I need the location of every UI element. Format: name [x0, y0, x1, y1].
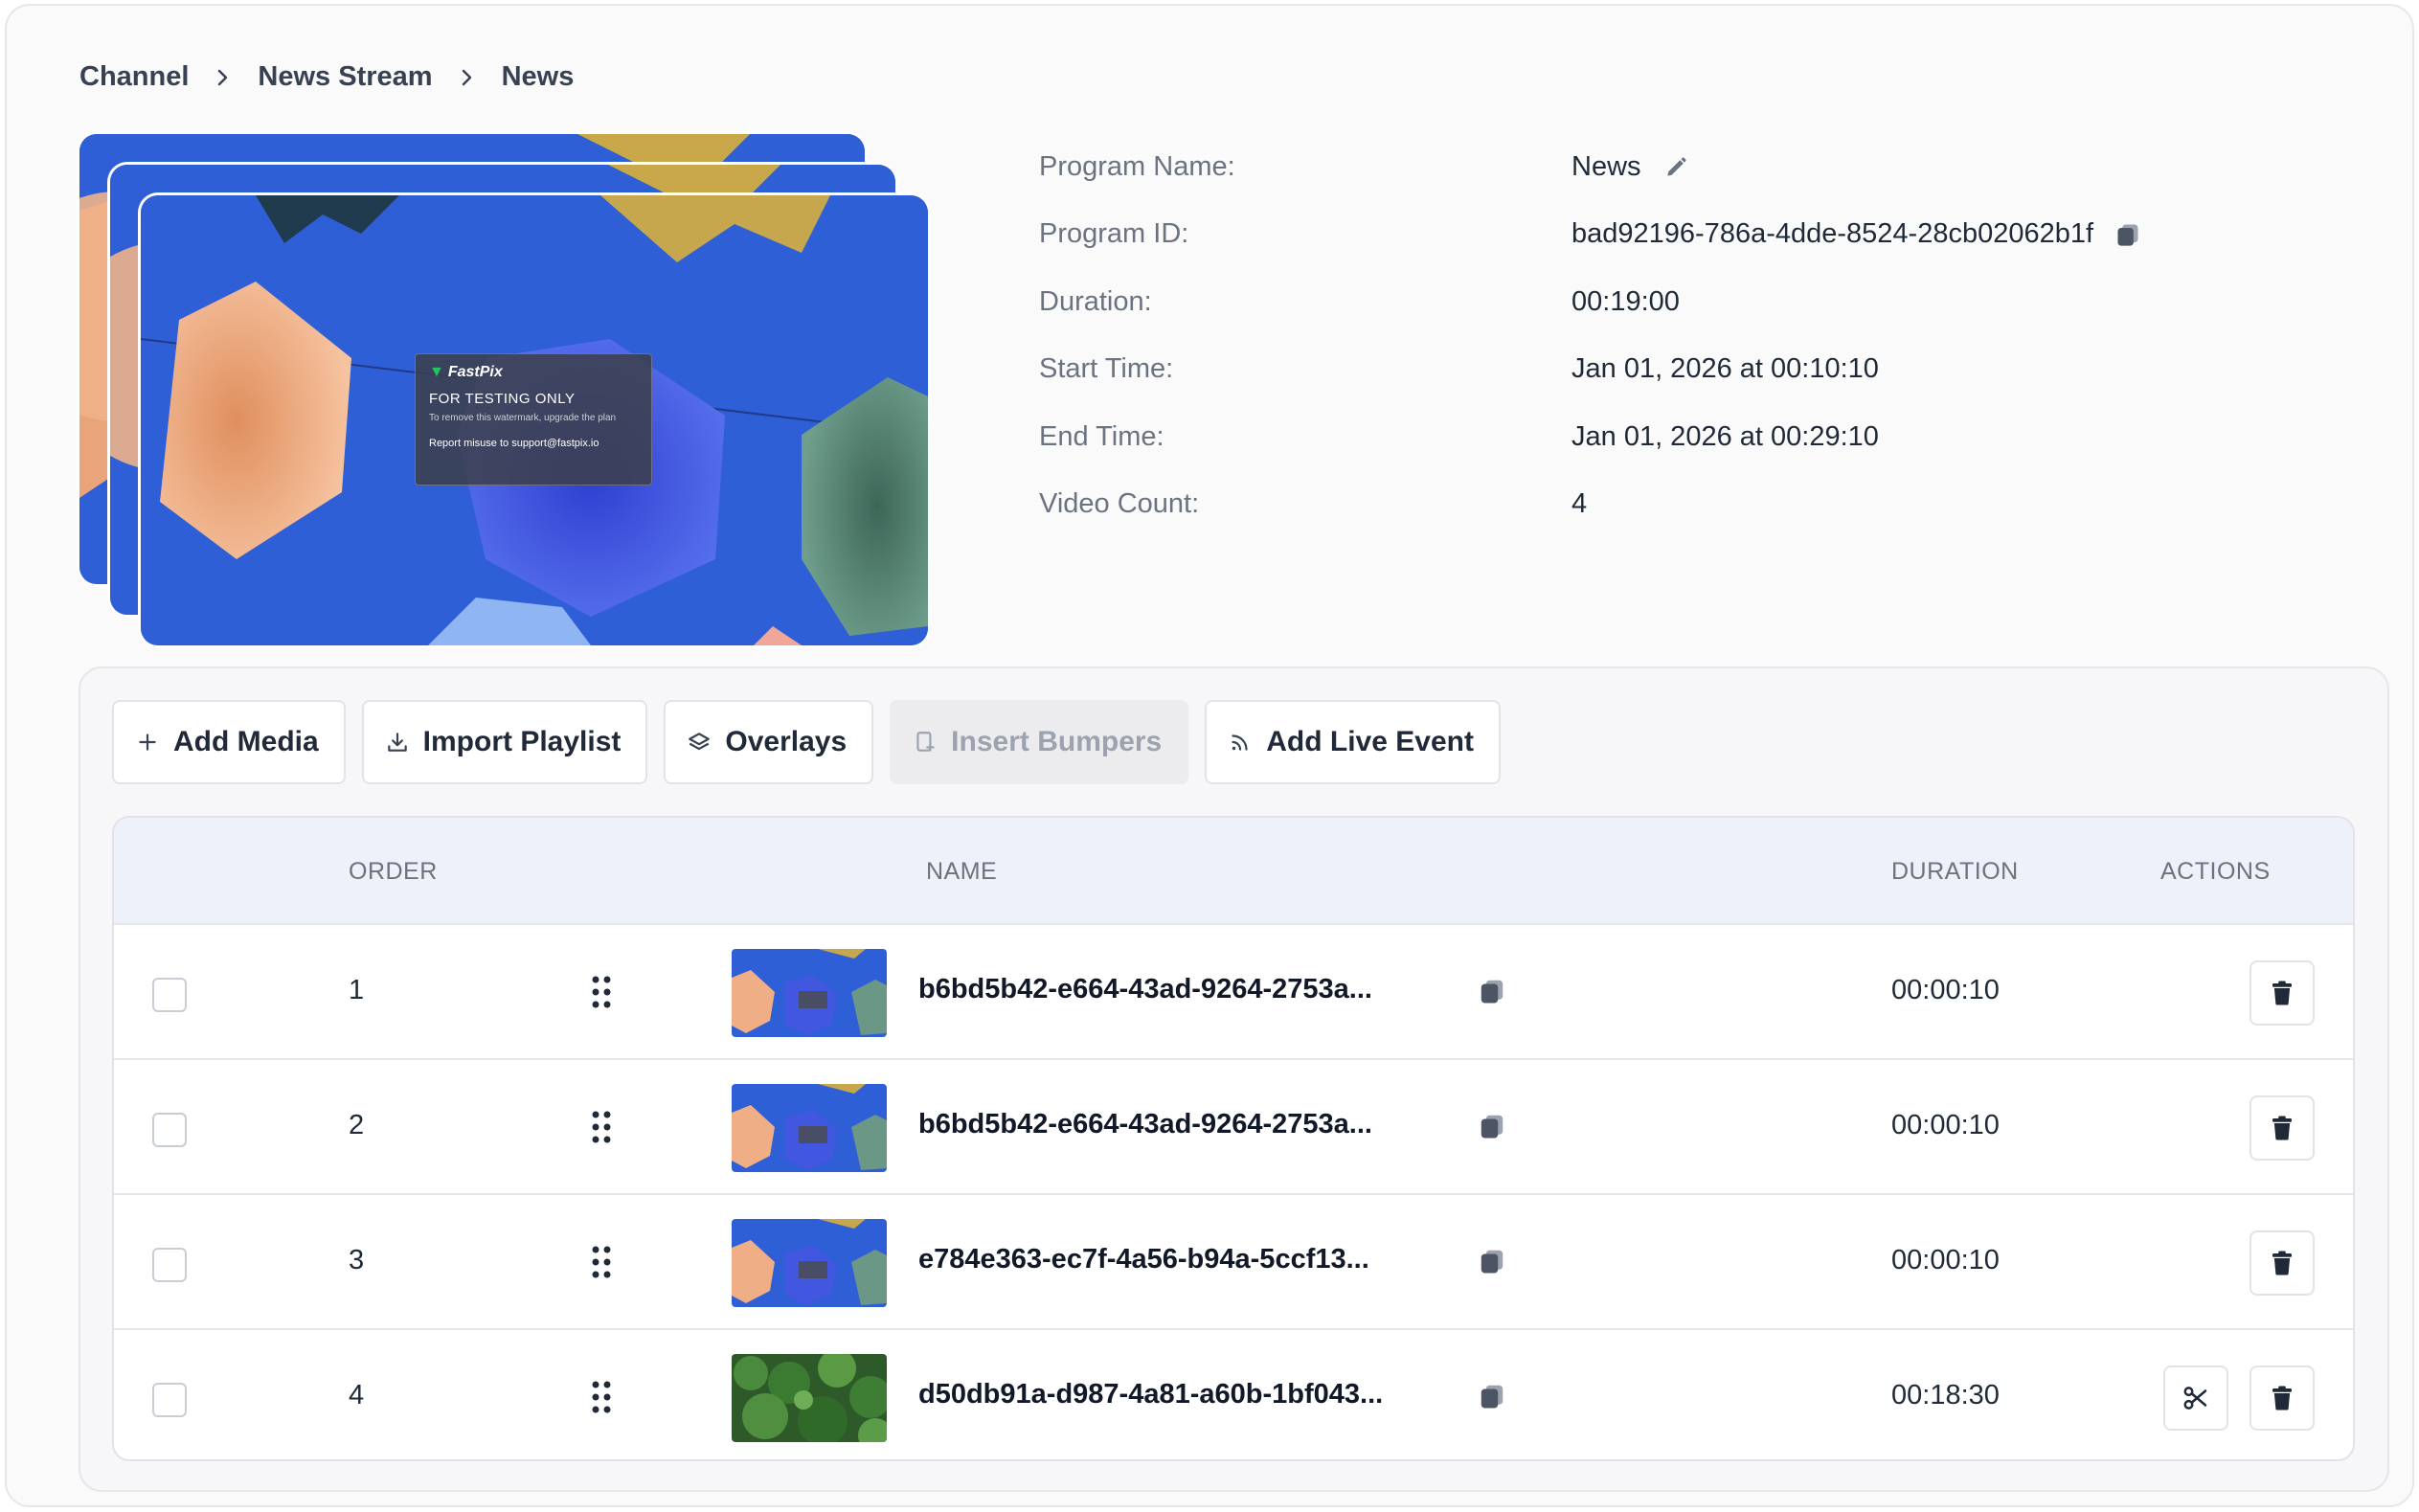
download-icon	[387, 733, 407, 752]
scissors-icon	[2183, 1387, 2207, 1410]
drag-handle-icon[interactable]	[591, 1108, 612, 1146]
fastpix-logo: ▼ FastPix	[429, 364, 503, 380]
copy-icon[interactable]	[1478, 1382, 1506, 1410]
row-checkbox[interactable]	[152, 978, 187, 1012]
toolbar: Add Media Import Playlist Overlays Inser…	[112, 700, 1501, 784]
row-checkbox[interactable]	[152, 1248, 187, 1282]
video-name: e784e363-ec7f-4a56-b94a-5ccf13...	[918, 1244, 1369, 1275]
chevron-right-icon	[433, 63, 502, 92]
copy-icon[interactable]	[1478, 977, 1506, 1005]
plus-icon	[139, 733, 156, 751]
program-name-value: News	[1571, 151, 1641, 182]
table-row[interactable]: 2 b6bd5b42-e664-43ad-9264-2753a... 00:00…	[114, 1058, 2353, 1193]
trash-icon	[2272, 1386, 2292, 1410]
pencil-icon[interactable]	[1662, 154, 1689, 181]
rss-icon	[1232, 734, 1248, 751]
trash-icon	[2272, 1251, 2292, 1275]
insert-bumpers-button[interactable]: Insert Bumpers	[890, 700, 1189, 784]
header-duration[interactable]: DURATION	[1891, 858, 2019, 886]
overlays-button[interactable]: Overlays	[664, 700, 874, 784]
video-name: b6bd5b42-e664-43ad-9264-2753a...	[918, 1109, 1372, 1140]
breadcrumb: Channel News Stream News	[79, 61, 574, 93]
row-checkbox[interactable]	[152, 1113, 187, 1147]
delete-button[interactable]	[2249, 1365, 2315, 1431]
end-time-value: Jan 01, 2026 at 00:29:10	[1571, 420, 1879, 452]
trash-icon	[2272, 1116, 2292, 1140]
header-actions: ACTIONS	[2160, 858, 2271, 885]
row-order: 4	[349, 1380, 365, 1410]
start-time-value: Jan 01, 2026 at 00:10:10	[1571, 353, 1879, 385]
end-time-label: End Time:	[1039, 420, 1164, 452]
row-order: 1	[349, 975, 365, 1005]
chevron-right-icon	[189, 63, 258, 92]
breadcrumb-news-stream[interactable]: News Stream	[258, 61, 432, 93]
fastpix-watermark: ▼ FastPix FOR TESTING ONLY To remove this…	[415, 353, 652, 485]
row-checkbox[interactable]	[152, 1383, 187, 1417]
header-name[interactable]: NAME	[926, 858, 997, 886]
video-thumbnail[interactable]	[732, 949, 887, 1037]
playlist-panel: Add Media Import Playlist Overlays Inser…	[79, 666, 2389, 1492]
program-id-label: Program ID:	[1039, 218, 1189, 250]
row-order: 2	[349, 1110, 365, 1140]
watermark-subtitle: To remove this watermark, upgrade the pl…	[429, 413, 617, 423]
watermark-footer: Report misuse to support@fastpix.io	[429, 438, 599, 449]
table-row[interactable]: 3 e784e363-ec7f-4a56-b94a-5ccf13... 00:0…	[114, 1193, 2353, 1328]
import-playlist-button[interactable]: Import Playlist	[361, 700, 648, 784]
video-duration: 00:00:10	[1891, 1245, 2000, 1275]
copy-icon[interactable]	[1478, 1112, 1506, 1140]
video-count-label: Video Count:	[1039, 487, 1200, 519]
trim-button[interactable]	[2163, 1365, 2228, 1431]
delete-button[interactable]	[2249, 1230, 2315, 1296]
video-thumbnail[interactable]	[732, 1354, 887, 1442]
video-name: d50db91a-d987-4a81-a60b-1bf043...	[918, 1379, 1384, 1410]
program-name-label: Program Name:	[1039, 151, 1235, 182]
add-live-event-button[interactable]: Add Live Event	[1205, 700, 1501, 784]
table-row[interactable]: 4 d50db91a-d987-4a81-a60b-1bf043... 00:1…	[114, 1328, 2353, 1459]
bumper-icon	[916, 732, 935, 752]
table-row[interactable]: 1 b6bd5b42-e664-43ad-9264-2753a... 00:00…	[114, 923, 2353, 1058]
row-order: 3	[349, 1245, 365, 1275]
breadcrumb-news: News	[501, 61, 575, 92]
playlist-table: ORDER NAME DURATION ACTIONS 1 b6bd5b42-e…	[112, 816, 2355, 1461]
video-count-value: 4	[1571, 487, 1588, 519]
breadcrumb-channel[interactable]: Channel	[79, 61, 189, 93]
watermark-title: FOR TESTING ONLY	[429, 391, 576, 407]
copy-icon[interactable]	[1478, 1247, 1506, 1275]
program-preview: ▼ FastPix FOR TESTING ONLY To remove this…	[79, 134, 928, 645]
video-duration: 00:18:30	[1891, 1380, 2000, 1410]
add-media-button[interactable]: Add Media	[112, 700, 346, 784]
drag-handle-icon[interactable]	[591, 1243, 612, 1281]
video-duration: 00:00:10	[1891, 1110, 2000, 1140]
header-order[interactable]: ORDER	[349, 858, 438, 886]
delete-button[interactable]	[2249, 960, 2315, 1026]
video-thumbnail[interactable]	[732, 1084, 887, 1172]
program-id-value: bad92196-786a-4dde-8524-28cb02062b1f	[1571, 218, 2094, 250]
layers-icon	[689, 733, 711, 751]
delete-button[interactable]	[2249, 1095, 2315, 1161]
table-header: ORDER NAME DURATION ACTIONS	[114, 818, 2353, 923]
drag-handle-icon[interactable]	[591, 1378, 612, 1416]
video-duration: 00:00:10	[1891, 975, 2000, 1005]
drag-handle-icon[interactable]	[591, 973, 612, 1011]
duration-label: Duration:	[1039, 285, 1152, 317]
start-time-label: Start Time:	[1039, 353, 1174, 385]
duration-value: 00:19:00	[1571, 285, 1680, 317]
trash-icon	[2272, 981, 2292, 1005]
video-name: b6bd5b42-e664-43ad-9264-2753a...	[918, 974, 1372, 1004]
app-frame: Channel News Stream News ▼ FastPix FOR T…	[5, 4, 2414, 1507]
copy-icon[interactable]	[2114, 221, 2141, 248]
video-thumbnail[interactable]	[732, 1219, 887, 1307]
